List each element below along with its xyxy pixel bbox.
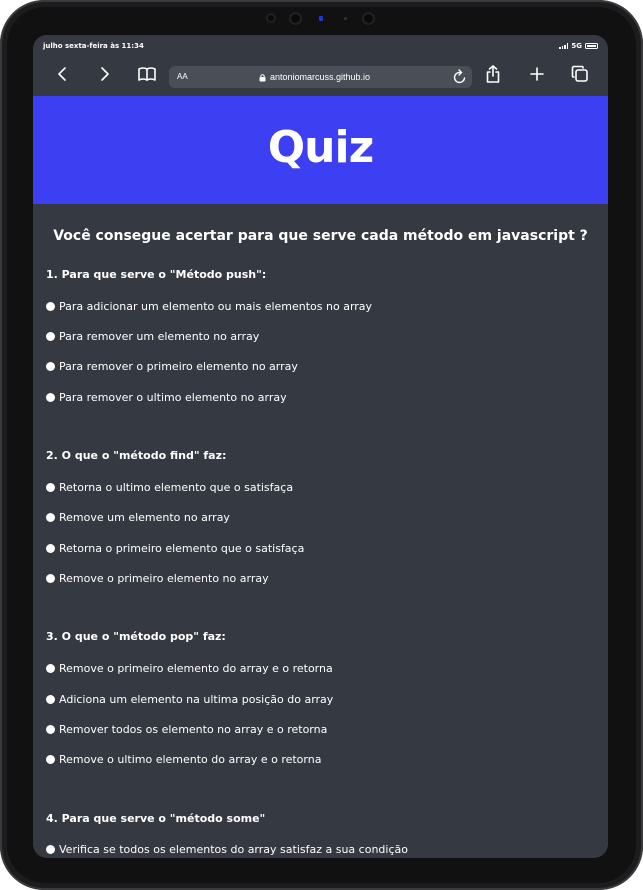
answer-option[interactable]: Retorna o ultimo elemento que o satisfaç…	[46, 481, 293, 494]
option-label: Para remover um elemento no array	[59, 330, 260, 343]
answer-option[interactable]: Remove o ultimo elemento do array e o re…	[46, 753, 321, 766]
question-title: 4. Para que serve o "método some"	[46, 812, 266, 825]
question-title: 3. O que o "método pop" faz:	[46, 630, 226, 643]
tabs-icon[interactable]	[571, 65, 589, 83]
signal-icon	[559, 43, 569, 49]
url-text: antoniomarcuss.github.io	[270, 72, 371, 82]
sensor-icon	[319, 16, 323, 21]
answer-option[interactable]: Remove o primeiro elemento no array	[46, 572, 269, 585]
radio-icon[interactable]	[46, 695, 55, 704]
answer-option[interactable]: Remover todos os elemento no array e o r…	[46, 723, 327, 736]
ipad-frame: julho sexta-feira às 11:34 5G AA antonio…	[0, 0, 643, 890]
chevron-left-icon[interactable]	[55, 65, 69, 83]
browser-chrome: julho sexta-feira às 11:34 5G AA antonio…	[33, 35, 608, 96]
radio-icon[interactable]	[46, 725, 55, 734]
radio-icon[interactable]	[46, 362, 55, 371]
status-indicators: 5G	[559, 42, 598, 50]
status-time: julho sexta-feira às 11:34	[43, 42, 144, 50]
option-label: Para adicionar um elemento ou mais eleme…	[59, 300, 373, 313]
battery-icon	[585, 43, 598, 49]
answer-option[interactable]: Verifica se todos os elementos do array …	[46, 843, 408, 856]
answer-option[interactable]: Para remover um elemento no array	[46, 330, 259, 343]
option-label: Remove o primeiro elemento do array e o …	[59, 662, 333, 675]
option-label: Verifica se todos os elementos do array …	[59, 843, 408, 856]
question-title: 1. Para que serve o "Método push":	[46, 268, 267, 281]
radio-icon[interactable]	[46, 664, 55, 673]
option-label: Remove o ultimo elemento do array e o re…	[59, 753, 322, 766]
radio-icon[interactable]	[46, 513, 55, 522]
address-bar[interactable]: AA antoniomarcuss.github.io	[169, 66, 472, 88]
option-label: Remove um elemento no array	[59, 511, 230, 524]
answer-option[interactable]: Para adicionar um elemento ou mais eleme…	[46, 300, 372, 313]
book-icon[interactable]	[137, 65, 157, 83]
network-label: 5G	[571, 42, 582, 50]
camera-icon	[289, 12, 302, 25]
answer-option[interactable]: Adiciona um elemento na ultima posição d…	[46, 693, 333, 706]
answer-option[interactable]: Para remover o ultimo elemento no array	[46, 391, 287, 404]
plus-icon[interactable]	[529, 65, 545, 83]
option-label: Adiciona um elemento na ultima posição d…	[59, 693, 334, 706]
radio-icon[interactable]	[46, 483, 55, 492]
page-title: Quiz	[267, 122, 374, 173]
url-display[interactable]: antoniomarcuss.github.io	[259, 72, 370, 82]
radio-icon[interactable]	[46, 755, 55, 764]
radio-icon[interactable]	[46, 332, 55, 341]
share-icon[interactable]	[485, 65, 501, 83]
quiz-subtitle: Você consegue acertar para que serve cad…	[53, 228, 588, 244]
camera-icon	[266, 13, 276, 23]
answer-option[interactable]: Remove um elemento no array	[46, 511, 230, 524]
quiz-header: Quiz	[33, 96, 608, 204]
radio-icon[interactable]	[46, 845, 55, 854]
lock-icon	[259, 73, 266, 81]
reload-icon[interactable]	[453, 69, 467, 89]
chevron-right-icon[interactable]	[98, 65, 112, 83]
radio-icon[interactable]	[46, 302, 55, 311]
option-label: Remove o primeiro elemento no array	[59, 572, 269, 585]
screen: julho sexta-feira às 11:34 5G AA antonio…	[33, 35, 608, 858]
answer-option[interactable]: Para remover o primeiro elemento no arra…	[46, 360, 298, 373]
option-label: Retorna o primeiro elemento que o satisf…	[59, 542, 305, 555]
radio-icon[interactable]	[46, 574, 55, 583]
text-size-button[interactable]: AA	[177, 72, 188, 81]
option-label: Retorna o ultimo elemento que o satisfaç…	[59, 481, 294, 494]
answer-option[interactable]: Remove o primeiro elemento do array e o …	[46, 662, 333, 675]
option-label: Remover todos os elemento no array e o r…	[59, 723, 328, 736]
radio-icon[interactable]	[46, 393, 55, 402]
option-label: Para remover o ultimo elemento no array	[59, 391, 287, 404]
answer-option[interactable]: Retorna o primeiro elemento que o satisf…	[46, 542, 304, 555]
option-label: Para remover o primeiro elemento no arra…	[59, 360, 298, 373]
question-title: 2. O que o "método find" faz:	[46, 449, 227, 462]
camera-icon	[362, 12, 375, 25]
sensor-icon	[344, 17, 347, 20]
radio-icon[interactable]	[46, 544, 55, 553]
